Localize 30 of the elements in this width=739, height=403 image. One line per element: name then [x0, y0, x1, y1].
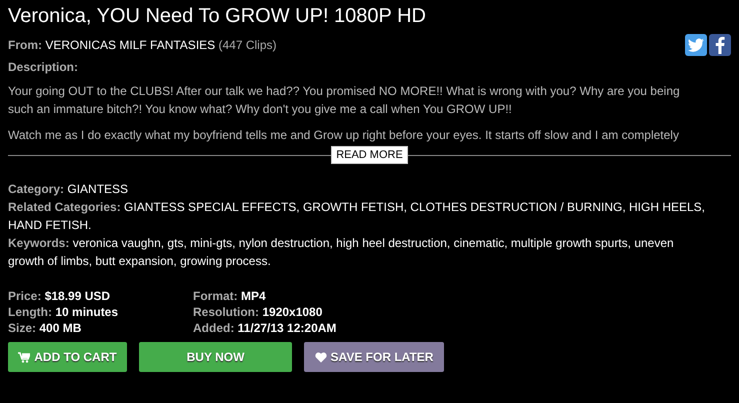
- detail-value: 1920x1080: [262, 305, 322, 319]
- clip-title: Veronica, YOU Need To GROW UP! 1080P HD: [8, 4, 427, 29]
- description-label: Description:: [8, 60, 78, 74]
- detail-value: MP4: [241, 289, 266, 303]
- detail-value: 400 MB: [39, 321, 82, 335]
- description-text: Watch me as I do exactly what my boyfriend tells me and Grow up right before your eyes. It starts off slow and I am completely: [8, 127, 680, 144]
- meta-line: Keywords: veronica vaughn, gts, mini-gts, nylon destruction, high heel destruction, cinematic, multiple growth spurts, uneven growth of limbs, butt expansion, growing process.: [8, 235, 675, 270]
- add-to-cart-button[interactable]: ADD TO CART: [8, 342, 127, 372]
- buy-now-button[interactable]: BUY NOW: [139, 342, 292, 372]
- detail-value: 11/27/13 12:20AM: [238, 321, 336, 335]
- meta-line: Related Categories: GIANTESS SPECIAL EFFECTS, GROWTH FETISH, CLOTHES DESTRUCTION / BURNING, HIGH HEELS, HAND FETISH.: [8, 199, 706, 234]
- detail-label: Length:: [8, 305, 52, 319]
- detail-label: Resolution:: [193, 305, 259, 319]
- detail-label: Format:: [193, 289, 238, 303]
- facebook-icon[interactable]: [709, 34, 731, 56]
- from-label: From:: [8, 38, 42, 52]
- twitter-icon[interactable]: [685, 34, 707, 56]
- detail-label: Price:: [8, 289, 42, 303]
- heart-icon: [314, 352, 327, 362]
- cart-icon: [18, 352, 30, 362]
- studio-link[interactable]: VERONICAS MILF FANTASIES: [45, 38, 216, 52]
- detail-value: $18.99 USD: [44, 289, 110, 303]
- save-for-later-button[interactable]: SAVE FOR LATER: [304, 342, 444, 372]
- description-text: Your going OUT to the CLUBS! After our talk we had?? You promised NO MORE!! What is wrong with you? Why are you being such an immature bitch?! You know what? Why don't you give me a call when You GROW UP!!: [8, 83, 681, 118]
- clip-count: (447 Clips): [218, 38, 277, 52]
- detail-value: 10 minutes: [55, 305, 118, 319]
- detail-label: Size:: [8, 321, 36, 335]
- detail-label: Added:: [193, 321, 234, 335]
- meta-line: Category: GIANTESS: [8, 181, 130, 198]
- read-more-button[interactable]: READ MORE: [331, 146, 408, 164]
